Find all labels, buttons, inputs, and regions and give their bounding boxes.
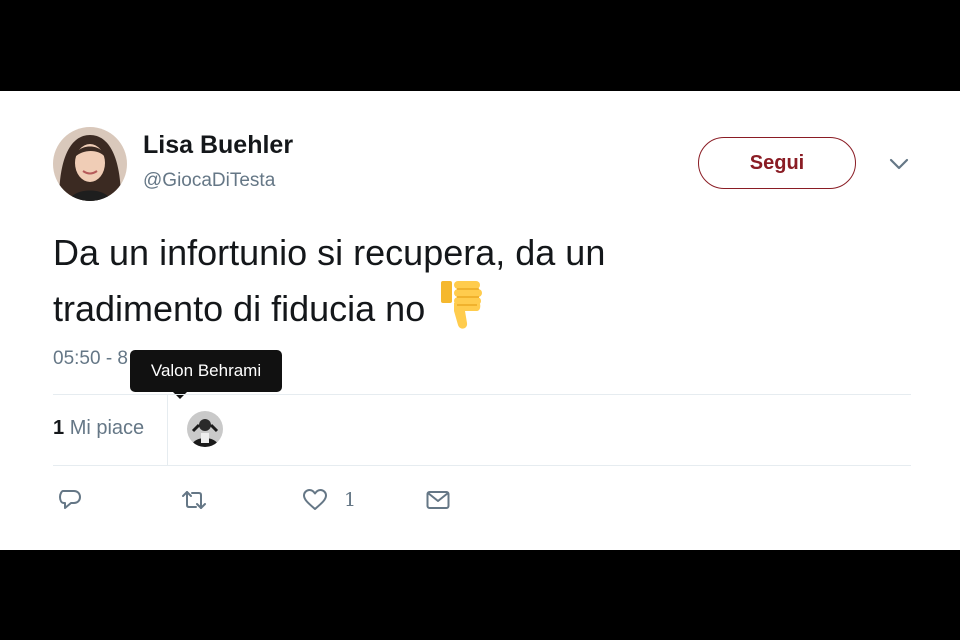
likes-label: Mi piace — [69, 417, 145, 439]
stats-separator — [167, 394, 168, 466]
likes-stat[interactable]: 1 Mi piace — [53, 417, 144, 440]
liker-avatar[interactable] — [187, 411, 223, 447]
liker-avatar-image — [187, 411, 223, 447]
thumbs-down-icon — [437, 279, 487, 331]
reply-button[interactable] — [57, 487, 83, 513]
likes-count: 1 — [53, 417, 65, 439]
stats-top-divider — [53, 394, 911, 395]
like-count: 1 — [344, 489, 357, 511]
tweet-text: Da un infortunio si recupera, da un trad… — [53, 227, 813, 335]
heart-icon — [303, 489, 327, 510]
screenshot-frame: Lisa Buehler @GiocaDiTesta Segui Da un i… — [0, 0, 960, 640]
tweet-text-line: Da un infortunio si recupera, da un — [53, 232, 606, 273]
retweet-button[interactable] — [179, 487, 209, 513]
tweet-card: Lisa Buehler @GiocaDiTesta Segui Da un i… — [0, 91, 960, 550]
author-handle: @GiocaDiTesta — [143, 170, 276, 191]
envelope-icon — [426, 491, 450, 509]
stats-bottom-divider — [53, 465, 911, 466]
author-avatar[interactable] — [53, 127, 127, 201]
tweet-text-line: tradimento di fiducia no — [53, 279, 813, 335]
reply-icon — [59, 490, 81, 509]
author-name[interactable]: Lisa Buehler — [143, 131, 293, 160]
follow-button[interactable]: Segui — [698, 137, 856, 189]
tooltip-arrow — [172, 391, 188, 399]
author-avatar-image — [53, 127, 127, 201]
tweet-timestamp[interactable]: 05:50 - 8 — [53, 348, 128, 370]
direct-message-button[interactable] — [425, 487, 451, 513]
retweet-icon — [182, 491, 206, 509]
tweet-text-segment: tradimento di fiducia no — [53, 288, 426, 329]
like-button[interactable]: 1 — [302, 487, 356, 513]
chevron-down-icon[interactable] — [886, 155, 912, 173]
liker-tooltip: Valon Behrami — [130, 350, 282, 392]
